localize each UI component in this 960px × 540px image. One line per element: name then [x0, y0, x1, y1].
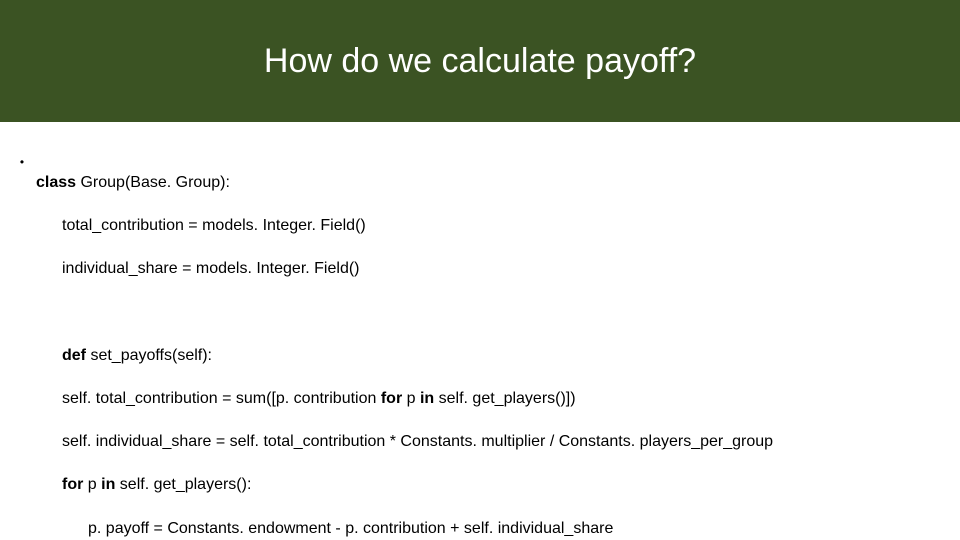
slide-body: • class Group(Base. Group): total_contri… — [0, 122, 960, 540]
kw-for: for — [381, 390, 407, 407]
slide: How do we calculate payoff? • class Grou… — [0, 0, 960, 540]
kw-for: for — [62, 476, 88, 493]
kw-class: class — [36, 174, 80, 191]
code-line: for p in self. get_players(): — [36, 474, 952, 496]
code-line: self. total_contribution = sum([p. contr… — [36, 388, 952, 410]
slide-title: How do we calculate payoff? — [264, 42, 696, 81]
blank-line — [36, 301, 952, 323]
kw-in: in — [101, 476, 120, 493]
code-line: individual_share = models. Integer. Fiel… — [36, 258, 952, 280]
code-line: def set_payoffs(self): — [36, 345, 952, 367]
code-line: p. payoff = Constants. endowment - p. co… — [36, 518, 952, 540]
code-block: class Group(Base. Group): total_contribu… — [36, 150, 952, 540]
code-text: self. get_players()]) — [439, 390, 576, 407]
kw-def: def — [62, 347, 90, 364]
code-text: p — [407, 390, 420, 407]
code-text: Group(Base. Group): — [80, 174, 229, 191]
code-line: total_contribution = models. Integer. Fi… — [36, 215, 952, 237]
kw-in: in — [420, 390, 439, 407]
code-line: self. individual_share = self. total_con… — [36, 431, 952, 453]
code-text: self. total_contribution = sum([p. contr… — [62, 390, 381, 407]
code-line: class Group(Base. Group): — [36, 172, 952, 194]
bullet-glyph: • — [8, 150, 36, 170]
title-band: How do we calculate payoff? — [0, 0, 960, 122]
code-text: p — [88, 476, 101, 493]
code-text: set_payoffs(self): — [90, 347, 212, 364]
code-text: self. get_players(): — [120, 476, 252, 493]
bullet-item: • class Group(Base. Group): total_contri… — [8, 150, 952, 540]
